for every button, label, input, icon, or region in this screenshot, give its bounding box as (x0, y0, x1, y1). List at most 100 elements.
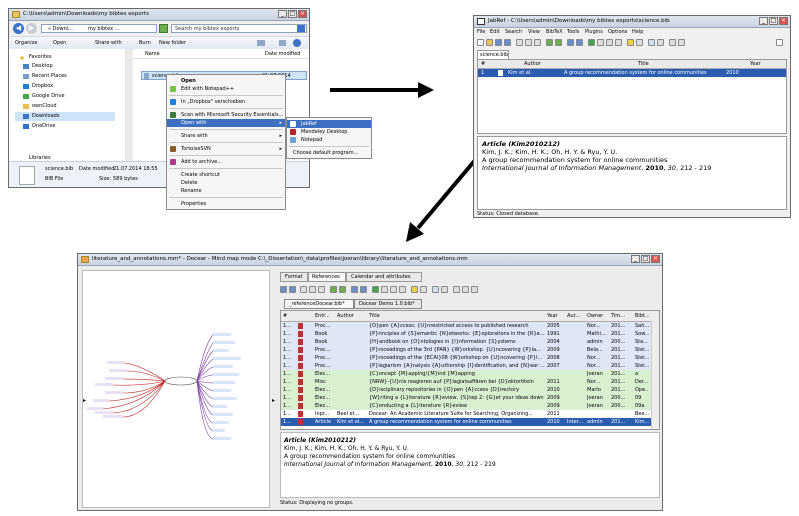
col-owner[interactable]: Owner (587, 313, 603, 319)
cut-icon[interactable] (516, 39, 523, 46)
latex-icon[interactable] (776, 39, 783, 46)
table-row[interactable]: 1... Book {H}andbook on {O}ntologies in {I… (281, 338, 651, 346)
tab-references[interactable]: References (308, 272, 346, 282)
forward-icon[interactable] (576, 39, 583, 46)
menu-file[interactable]: File (477, 29, 485, 35)
table-row[interactable]: 1... Proc... {O}pen {A}ccess: {U}nrestrict… (281, 322, 651, 330)
pdf-icon[interactable] (669, 39, 676, 46)
www-icon[interactable] (678, 39, 685, 46)
close-button[interactable]: × (779, 17, 788, 25)
check-icon[interactable] (636, 39, 643, 46)
close-button[interactable]: × (651, 255, 660, 263)
add-entry-icon[interactable] (372, 286, 379, 293)
save-all-icon[interactable] (289, 286, 296, 293)
menu-edit[interactable]: Edit (490, 29, 500, 35)
tools-icon[interactable] (399, 286, 406, 293)
table-row[interactable]: 1 Kim et al. A group recommendation syst… (478, 69, 786, 77)
undo-icon[interactable] (330, 286, 337, 293)
table-row[interactable]: 1... Misc {NRW}-{U}nis reagieren auf {P}la… (281, 378, 651, 386)
save-icon[interactable] (495, 39, 502, 46)
menu-tools[interactable]: Tools (567, 29, 579, 35)
check-icon[interactable] (420, 286, 427, 293)
col-num[interactable]: # (283, 313, 287, 319)
edit-entry-icon[interactable] (597, 39, 604, 46)
table-row[interactable]: 1... Proc... {P}roceedings of the 3rd {PAN… (281, 346, 651, 354)
paste-icon[interactable] (318, 286, 325, 293)
col-bibtexkey[interactable]: Bibt... (635, 313, 650, 319)
redo-icon[interactable] (339, 286, 346, 293)
back-icon[interactable] (351, 286, 358, 293)
mark-icon[interactable] (627, 39, 634, 46)
tools-icon[interactable] (615, 39, 622, 46)
col-year[interactable]: Year (547, 313, 558, 319)
table-row[interactable]: 1... Proc... {P}lagiarism {A}nalysis {A}ut… (281, 362, 651, 370)
collapse-right-icon[interactable]: ▸ (272, 397, 275, 404)
redo-icon[interactable] (555, 39, 562, 46)
maximize-button[interactable]: □ (641, 255, 650, 263)
table-row[interactable]: 1... Elec... {C}oncept {M}apping/{M}ind {M… (281, 370, 651, 378)
col-title[interactable]: Title (369, 313, 380, 319)
tab-reference-docear-bib[interactable]: _referenceDocear.bib* (284, 299, 354, 309)
search-icon[interactable] (432, 286, 439, 293)
table-row[interactable]: 1... Book {P}rinciples of {S}emantic {N}et… (281, 330, 651, 338)
settings-icon[interactable] (471, 286, 478, 293)
menu-bibtex[interactable]: BibTeX (546, 29, 563, 35)
minimize-button[interactable]: _ (631, 255, 640, 263)
maximize-button[interactable]: □ (769, 17, 778, 25)
col-year[interactable]: Year (750, 61, 761, 67)
preview-icon[interactable] (390, 286, 397, 293)
forward-icon[interactable] (360, 286, 367, 293)
table-row[interactable]: 1... Inpr... Beel et... Docear: An Academic… (281, 410, 651, 418)
table-row[interactable]: 1... Article Kim et al... A group recommend… (281, 418, 651, 426)
collapse-left-icon[interactable]: ▸ (83, 397, 86, 404)
tab-docear-demo-bib[interactable]: Docear Demo 1.0.bib* (354, 299, 422, 309)
table-row[interactable]: 1... Elec... {C}onducting a {L}iterature {… (281, 402, 651, 410)
table-row[interactable]: 1... Elec... {W}riting a {L}iterature {R}e… (281, 394, 651, 402)
table-row[interactable]: 1... Proc... {P}roceedings of the {ECAI}08… (281, 354, 651, 362)
menu-options[interactable]: Options (608, 29, 627, 35)
new-icon[interactable] (477, 39, 484, 46)
pdf-icon[interactable] (453, 286, 460, 293)
cell-n: 1... (283, 395, 291, 401)
tab-format[interactable]: Format (280, 272, 308, 282)
col-entry[interactable]: Entr... (315, 313, 330, 319)
col-author[interactable]: Author (524, 61, 541, 67)
menu-search[interactable]: Search (505, 29, 522, 35)
cell-e: Proc... (315, 347, 331, 353)
paste-icon[interactable] (534, 39, 541, 46)
col-timestamp[interactable]: Tim... (611, 313, 625, 319)
groups-icon[interactable] (441, 286, 448, 293)
search-icon[interactable] (648, 39, 655, 46)
cell-a: Kim et al... (337, 419, 364, 425)
panel-tabs: Format References Calendar and attribute… (280, 272, 660, 282)
jabref-tab-science[interactable]: science.bib (477, 50, 509, 59)
groups-icon[interactable] (657, 39, 664, 46)
edit-entry-icon[interactable] (381, 286, 388, 293)
table-row[interactable]: 1... Elec... {D}isciplinary repositories i… (281, 386, 651, 394)
minimize-button[interactable]: _ (759, 17, 768, 25)
back-icon[interactable] (567, 39, 574, 46)
undo-icon[interactable] (546, 39, 553, 46)
copy-icon[interactable] (309, 286, 316, 293)
open-icon[interactable] (486, 39, 493, 46)
save-all-icon[interactable] (504, 39, 511, 46)
mind-map-canvas[interactable]: ▸ (82, 270, 270, 508)
jabref-titlebar: JabRef - C:\Users\admin\Downloads\my bib… (474, 16, 790, 28)
www-icon[interactable] (462, 286, 469, 293)
col-author-short[interactable]: Aut... (567, 313, 580, 319)
col-author[interactable]: Author (337, 313, 354, 319)
mark-icon[interactable] (411, 286, 418, 293)
col-title[interactable]: Title (638, 61, 649, 67)
col-num[interactable]: # (481, 61, 485, 67)
save-icon[interactable] (280, 286, 287, 293)
copy-icon[interactable] (525, 39, 532, 46)
menu-plugins[interactable]: Plugins (585, 29, 603, 35)
cut-icon[interactable] (300, 286, 307, 293)
table-scrollbar[interactable] (651, 321, 659, 429)
menu-view[interactable]: View (528, 29, 540, 35)
cell-y: 2008 (547, 355, 560, 361)
add-entry-icon[interactable] (588, 39, 595, 46)
tab-calendar-attributes[interactable]: Calendar and attributes (346, 272, 422, 282)
menu-help[interactable]: Help (632, 29, 643, 35)
preview-icon[interactable] (606, 39, 613, 46)
